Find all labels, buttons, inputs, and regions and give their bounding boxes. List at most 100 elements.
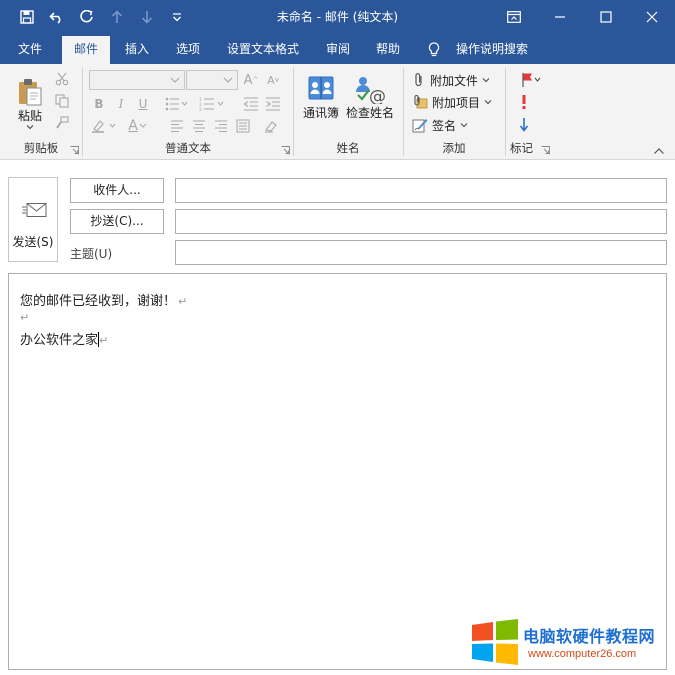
tab-message[interactable]: 邮件 [62, 36, 111, 64]
redo-icon[interactable] [74, 6, 100, 28]
attach-file-button[interactable]: 附加文件 [412, 70, 502, 90]
attach-item-label: 附加项目 [432, 95, 481, 110]
lightbulb-icon [428, 42, 440, 61]
group-tags: 标记 [506, 64, 554, 160]
group-basic-text: A ^ Av B I U 123 A 普通文本 [83, 64, 293, 160]
collapse-ribbon-icon[interactable] [653, 147, 665, 155]
attach-item-button[interactable]: 附加项目 [412, 92, 502, 112]
paragraph-mark-icon: ↵ [99, 334, 109, 347]
body-line: 您的邮件已经收到，谢谢！ ↵ [20, 294, 188, 309]
cc-field[interactable] [175, 209, 667, 234]
highlight-icon[interactable] [89, 116, 121, 136]
font-size-combo[interactable] [186, 70, 238, 90]
format-painter-icon[interactable] [53, 114, 71, 132]
ribbon-display-options-icon[interactable] [491, 0, 537, 34]
windows-logo-icon [472, 619, 518, 665]
chevron-down-icon [460, 123, 468, 128]
address-book-button[interactable]: 通讯簿 [300, 70, 342, 124]
low-importance-icon[interactable] [514, 115, 534, 135]
grow-font-icon[interactable]: A ^ [241, 70, 261, 90]
envelope-send-icon [22, 203, 47, 217]
paragraph-mark-icon: ↵ [178, 295, 188, 308]
tab-options[interactable]: 选项 [164, 36, 212, 64]
tab-insert[interactable]: 插入 [113, 36, 161, 64]
chevron-down-icon [170, 77, 180, 83]
send-button[interactable]: 发送(S) [8, 177, 58, 262]
dialog-launcher-icon[interactable] [281, 146, 290, 155]
font-name-combo[interactable] [89, 70, 185, 90]
chevron-down-icon [482, 78, 490, 83]
paste-button[interactable]: 粘贴 [10, 70, 50, 136]
body-line: ↵ [20, 310, 29, 325]
font-color-icon[interactable]: A [123, 116, 153, 136]
maximize-icon[interactable] [583, 0, 629, 34]
paragraph-mark-icon: ↵ [20, 311, 30, 324]
save-icon[interactable] [14, 6, 40, 28]
compose-area: 发送(S) 收件人... 抄送(C)... 主题(U) 您的邮件已经收到，谢谢！… [0, 160, 675, 675]
signature-label: 签名 [432, 118, 457, 133]
underline-icon[interactable]: U [133, 94, 153, 114]
cut-icon[interactable] [53, 70, 71, 88]
minimize-icon[interactable] [537, 0, 583, 34]
subject-label: 主题(U) [70, 247, 113, 261]
tell-me-search[interactable]: 操作说明搜索 [444, 36, 540, 64]
chevron-down-icon [484, 100, 492, 105]
shrink-font-icon[interactable]: Av [263, 70, 283, 90]
attach-file-label: 附加文件 [430, 73, 479, 88]
title-bar: 未命名 - 邮件 (纯文本) [0, 0, 675, 34]
italic-icon[interactable]: I [111, 94, 131, 114]
message-body[interactable]: 您的邮件已经收到，谢谢！ ↵ ↵ 办公软件之家↵ [8, 273, 667, 670]
watermark: 电脑软硬件教程网 www.computer26.com [470, 615, 670, 669]
send-label: 发送(S) [12, 235, 54, 249]
body-line: 办公软件之家↵ [20, 332, 109, 348]
group-include: 附加文件 附加项目 签名 添加 [404, 64, 504, 160]
tab-help[interactable]: 帮助 [364, 36, 412, 64]
close-icon[interactable] [629, 0, 675, 34]
dialog-launcher-icon[interactable] [541, 146, 550, 155]
watermark-title: 电脑软硬件教程网 [523, 627, 656, 646]
to-field[interactable] [175, 178, 667, 203]
undo-icon[interactable] [44, 6, 70, 28]
decrease-indent-icon[interactable] [241, 94, 261, 114]
chevron-down-icon [223, 77, 233, 83]
clear-formatting-icon[interactable] [261, 116, 281, 136]
copy-icon[interactable] [53, 92, 71, 110]
ribbon: 粘贴 剪贴板 A ^ Av B I U 123 A 普通文本 通讯簿 @ 检查姓… [0, 64, 675, 160]
address-book-label: 通讯簿 [302, 105, 339, 120]
up-arrow-icon[interactable] [104, 6, 130, 28]
svg-text:3: 3 [199, 107, 202, 111]
ribbon-tabs: 文件 邮件 插入 选项 设置文本格式 审阅 帮助 操作说明搜索 [0, 34, 675, 64]
follow-up-flag-button[interactable] [516, 70, 546, 90]
numbering-icon[interactable]: 123 [197, 94, 227, 114]
down-arrow-icon[interactable] [134, 6, 160, 28]
svg-text:@: @ [369, 87, 386, 104]
watermark-url: www.computer26.com [528, 648, 637, 660]
signature-icon [412, 119, 428, 133]
increase-indent-icon[interactable] [263, 94, 283, 114]
justify-icon[interactable] [233, 116, 253, 136]
align-right-icon[interactable] [211, 116, 231, 136]
flag-icon [522, 73, 541, 87]
dialog-launcher-icon[interactable] [70, 146, 79, 155]
cc-button[interactable]: 抄送(C)... [70, 209, 164, 234]
bullets-icon[interactable] [163, 94, 191, 114]
group-clipboard: 粘贴 剪贴板 [0, 64, 82, 160]
customize-icon[interactable] [164, 6, 190, 28]
paste-icon [19, 78, 42, 105]
bold-icon[interactable]: B [89, 94, 109, 114]
tab-format-text[interactable]: 设置文本格式 [215, 36, 311, 64]
group-label-include: 添加 [442, 141, 466, 155]
to-button[interactable]: 收件人... [70, 178, 164, 203]
group-names: 通讯簿 @ 检查姓名 姓名 [294, 64, 402, 160]
tab-file[interactable]: 文件 [6, 36, 54, 64]
align-left-icon[interactable] [167, 116, 187, 136]
check-names-icon: @ [356, 76, 386, 104]
tab-review[interactable]: 审阅 [314, 36, 362, 64]
check-names-button[interactable]: @ 检查姓名 [344, 70, 396, 124]
high-importance-icon[interactable] [514, 92, 534, 112]
subject-field[interactable] [175, 240, 667, 265]
window-controls [491, 0, 675, 34]
paste-label: 粘贴 [17, 108, 42, 123]
align-center-icon[interactable] [189, 116, 209, 136]
signature-button[interactable]: 签名 [412, 115, 502, 135]
